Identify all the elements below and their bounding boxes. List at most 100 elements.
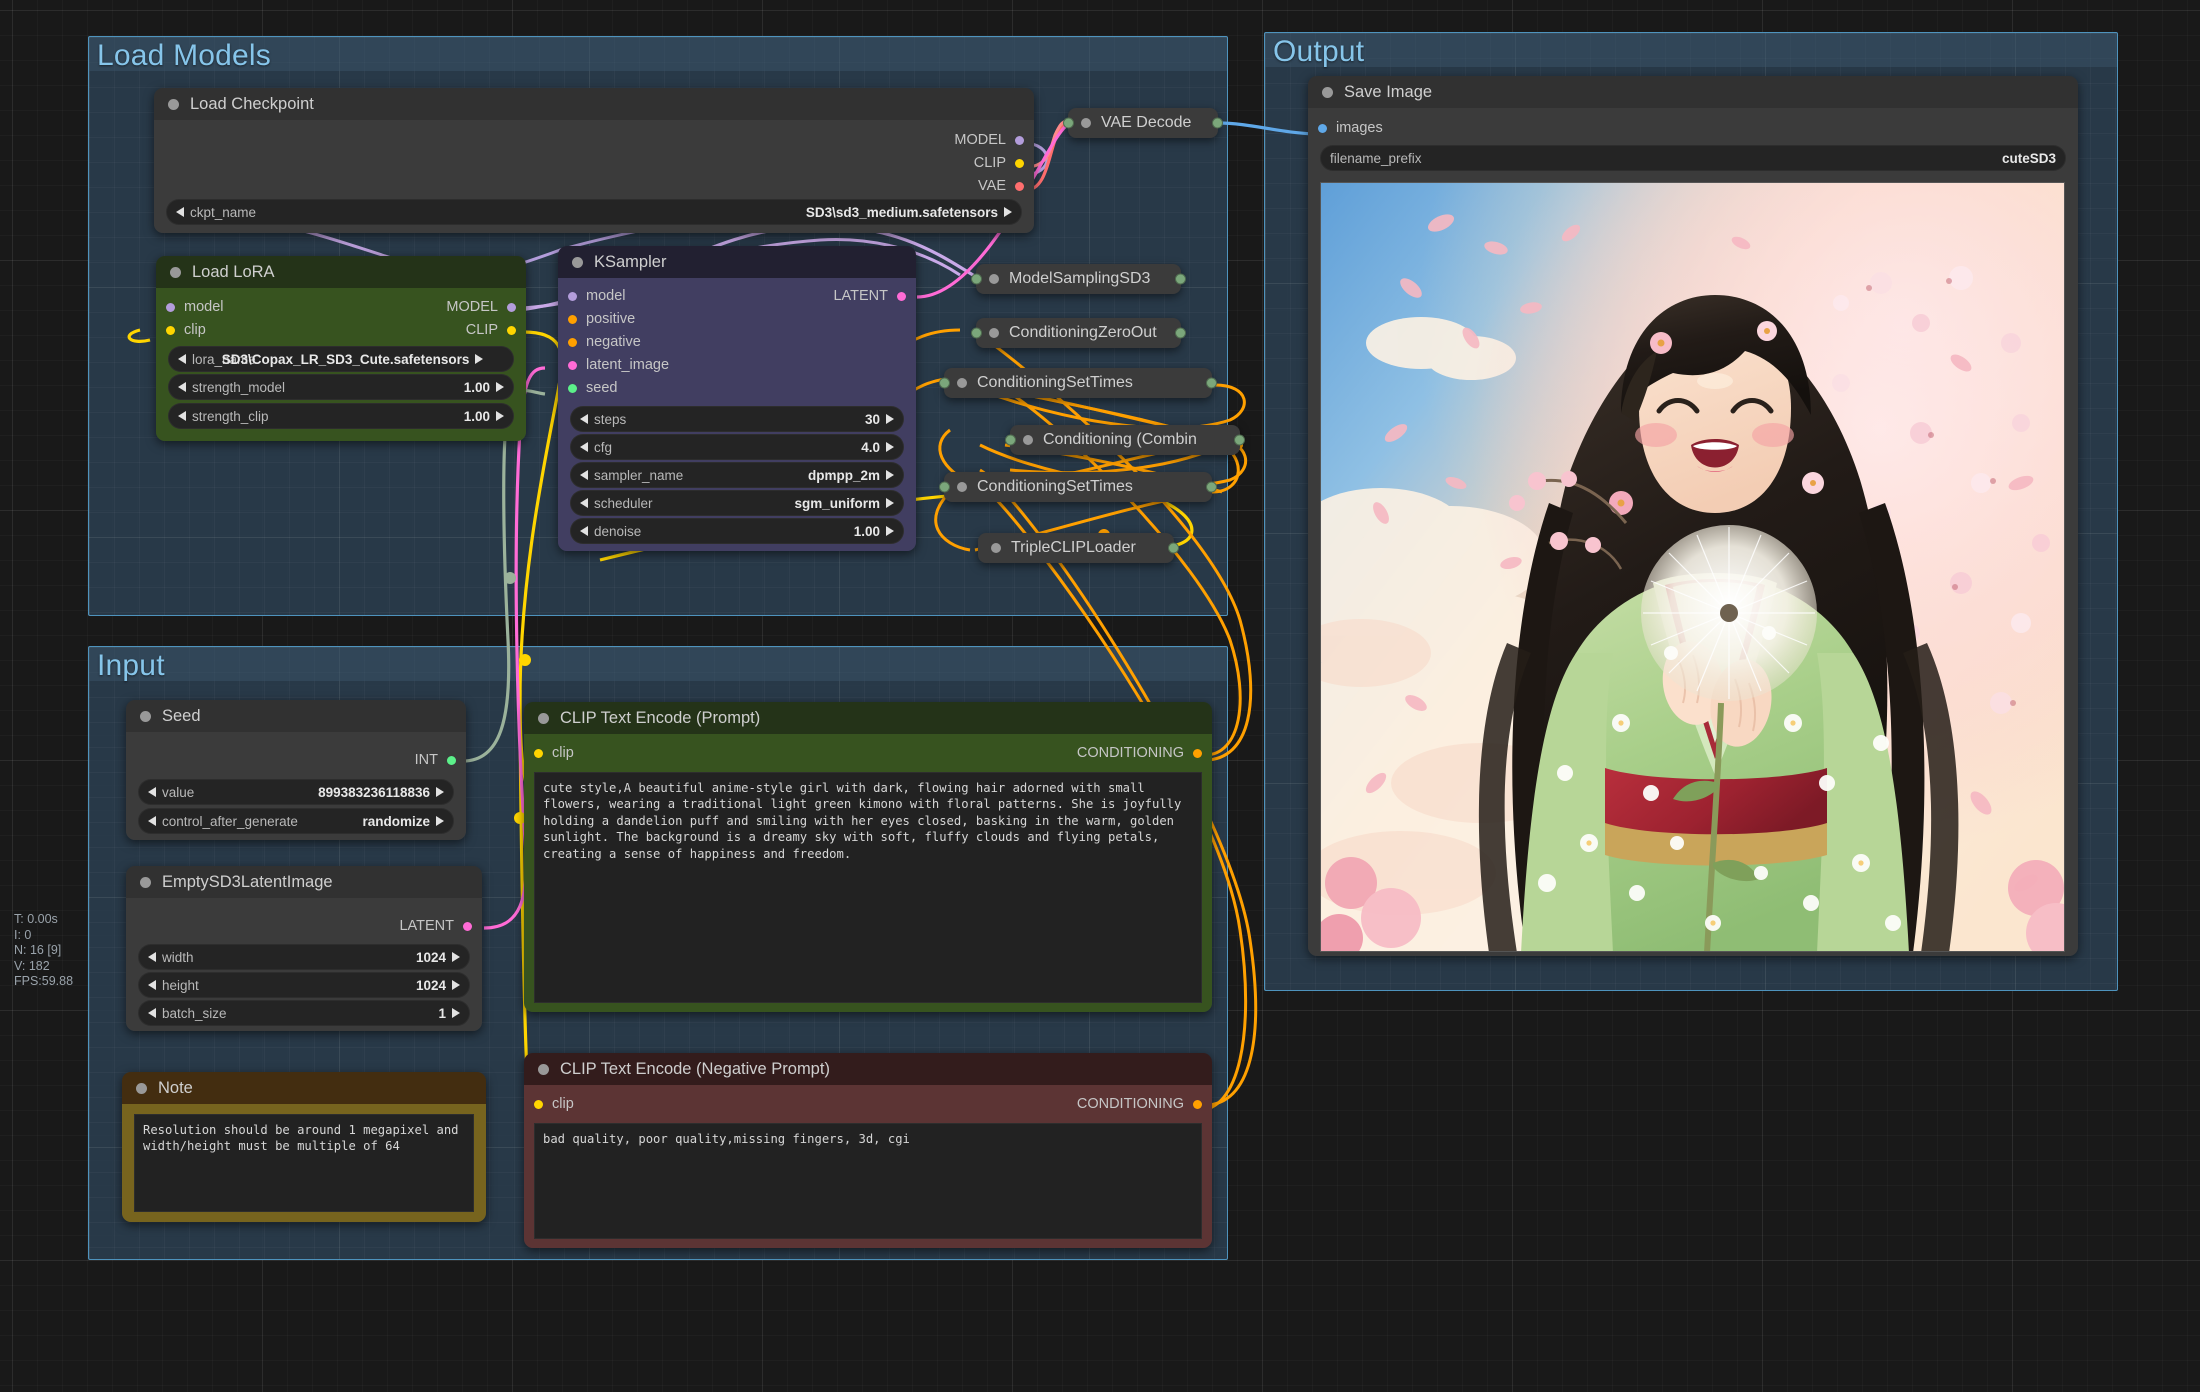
- input-slot-latent-image[interactable]: latent_image: [568, 357, 669, 373]
- slot-dot-clip[interactable]: [534, 749, 543, 758]
- increment-arrow-icon[interactable]: [452, 952, 460, 962]
- node-header[interactable]: Save Image: [1308, 76, 2078, 108]
- node-header[interactable]: KSampler: [558, 246, 916, 278]
- node-header[interactable]: CLIP Text Encode (Negative Prompt): [524, 1053, 1212, 1085]
- widget-lora-name[interactable]: lora_name SD3\Copax_LR_SD3_Cute.safetens…: [168, 346, 514, 372]
- widget-control-after-generate[interactable]: control_after_generate randomize: [138, 808, 454, 834]
- slot-dot-int[interactable]: [447, 756, 456, 765]
- widget-scheduler[interactable]: scheduler sgm_uniform: [570, 490, 904, 516]
- slot-dot-conditioning[interactable]: [1193, 1100, 1202, 1109]
- decrement-arrow-icon[interactable]: [580, 414, 588, 424]
- output-connector-dot[interactable]: [1175, 328, 1186, 339]
- collapse-dot-icon[interactable]: [1081, 118, 1091, 128]
- decrement-arrow-icon[interactable]: [178, 382, 186, 392]
- output-slot-int[interactable]: INT: [415, 752, 456, 768]
- output-slot-model[interactable]: MODEL: [954, 132, 1024, 148]
- increment-arrow-icon[interactable]: [886, 526, 894, 536]
- slot-dot-clip[interactable]: [507, 326, 516, 335]
- collapse-dot-icon[interactable]: [1322, 87, 1333, 98]
- collapse-dot-icon[interactable]: [989, 274, 999, 284]
- input-slot-seed[interactable]: seed: [568, 380, 617, 396]
- slot-dot-clip[interactable]: [1015, 159, 1024, 168]
- node-header[interactable]: Load Checkpoint: [154, 88, 1034, 120]
- collapse-dot-icon[interactable]: [136, 1083, 147, 1094]
- slot-dot-conditioning[interactable]: [1193, 749, 1202, 758]
- collapse-dot-icon[interactable]: [991, 543, 1001, 553]
- node-vae-decode[interactable]: VAE Decode: [1068, 108, 1218, 138]
- input-connector-dot[interactable]: [939, 482, 950, 493]
- decrement-arrow-icon[interactable]: [580, 470, 588, 480]
- input-slot-negative[interactable]: negative: [568, 334, 641, 350]
- slot-dot-clip[interactable]: [534, 1100, 543, 1109]
- output-slot-conditioning[interactable]: CONDITIONING: [1077, 745, 1202, 761]
- decrement-arrow-icon[interactable]: [580, 498, 588, 508]
- node-conditioning-combine[interactable]: Conditioning (Combin: [1010, 425, 1240, 455]
- input-slot-images[interactable]: images: [1318, 120, 1383, 136]
- output-connector-dot[interactable]: [1206, 378, 1217, 389]
- positive-prompt-textarea[interactable]: cute style,A beautiful anime-style girl …: [534, 772, 1202, 1003]
- output-slot-vae[interactable]: VAE: [978, 178, 1024, 194]
- output-connector-dot[interactable]: [1206, 482, 1217, 493]
- increment-arrow-icon[interactable]: [1004, 207, 1012, 217]
- widget-steps[interactable]: steps 30: [570, 406, 904, 432]
- slot-dot-latent[interactable]: [897, 292, 906, 301]
- output-slot-clip[interactable]: CLIP: [466, 322, 516, 338]
- decrement-arrow-icon[interactable]: [580, 442, 588, 452]
- collapse-dot-icon[interactable]: [1023, 435, 1033, 445]
- increment-arrow-icon[interactable]: [886, 498, 894, 508]
- collapse-dot-icon[interactable]: [140, 877, 151, 888]
- widget-denoise[interactable]: denoise 1.00: [570, 518, 904, 544]
- node-conditioning-zero-out[interactable]: ConditioningZeroOut: [976, 318, 1181, 348]
- slot-dot-model[interactable]: [1015, 136, 1024, 145]
- slot-dot-latent[interactable]: [568, 361, 577, 370]
- negative-prompt-textarea[interactable]: bad quality, poor quality,missing finger…: [534, 1123, 1202, 1239]
- comfyui-canvas[interactable]: Load Models Output Input: [0, 0, 2200, 1392]
- increment-arrow-icon[interactable]: [436, 816, 444, 826]
- node-seed[interactable]: Seed INT value 899383236118836 control_a…: [126, 700, 466, 840]
- collapse-dot-icon[interactable]: [989, 328, 999, 338]
- decrement-arrow-icon[interactable]: [178, 411, 186, 421]
- collapse-dot-icon[interactable]: [957, 482, 967, 492]
- decrement-arrow-icon[interactable]: [148, 787, 156, 797]
- output-slot-latent[interactable]: LATENT: [399, 918, 472, 934]
- node-conditioning-set-times-1[interactable]: ConditioningSetTimes: [944, 368, 1212, 398]
- slot-dot-latent[interactable]: [463, 922, 472, 931]
- slot-dot-model[interactable]: [568, 292, 577, 301]
- input-slot-clip[interactable]: clip: [534, 745, 574, 761]
- node-clip-text-encode-negative[interactable]: CLIP Text Encode (Negative Prompt) clip …: [524, 1053, 1212, 1248]
- slot-dot-seed[interactable]: [568, 384, 577, 393]
- output-slot-clip[interactable]: CLIP: [974, 155, 1024, 171]
- input-slot-positive[interactable]: positive: [568, 311, 635, 327]
- increment-arrow-icon[interactable]: [496, 382, 504, 392]
- increment-arrow-icon[interactable]: [475, 354, 483, 364]
- slot-dot-positive[interactable]: [568, 315, 577, 324]
- input-connector-dot[interactable]: [971, 274, 982, 285]
- output-connector-dot[interactable]: [1234, 435, 1245, 446]
- input-connector-dot[interactable]: [939, 378, 950, 389]
- node-header[interactable]: Load LoRA: [156, 256, 526, 288]
- input-slot-clip[interactable]: clip: [534, 1096, 574, 1112]
- widget-filename-prefix[interactable]: filename_prefix cuteSD3: [1320, 145, 2066, 171]
- node-header[interactable]: EmptySD3LatentImage: [126, 866, 482, 898]
- note-text[interactable]: Resolution should be around 1 megapixel …: [134, 1114, 474, 1212]
- node-save-image[interactable]: Save Image images filename_prefix cuteSD…: [1308, 76, 2078, 956]
- widget-batch-size[interactable]: batch_size 1: [138, 1000, 470, 1026]
- increment-arrow-icon[interactable]: [436, 787, 444, 797]
- node-empty-sd3-latent-image[interactable]: EmptySD3LatentImage LATENT width 1024 he…: [126, 866, 482, 1031]
- widget-strength-model[interactable]: strength_model 1.00: [168, 374, 514, 400]
- collapse-dot-icon[interactable]: [538, 1064, 549, 1075]
- collapse-dot-icon[interactable]: [168, 99, 179, 110]
- image-preview[interactable]: [1320, 182, 2065, 952]
- collapse-dot-icon[interactable]: [957, 378, 967, 388]
- widget-width[interactable]: width 1024: [138, 944, 470, 970]
- decrement-arrow-icon[interactable]: [176, 207, 184, 217]
- decrement-arrow-icon[interactable]: [148, 980, 156, 990]
- increment-arrow-icon[interactable]: [886, 414, 894, 424]
- output-slot-latent[interactable]: LATENT: [833, 288, 906, 304]
- node-triple-clip-loader[interactable]: TripleCLIPLoader: [978, 533, 1174, 563]
- increment-arrow-icon[interactable]: [452, 980, 460, 990]
- slot-dot-images[interactable]: [1318, 124, 1327, 133]
- slot-dot-model[interactable]: [507, 303, 516, 312]
- input-connector-dot[interactable]: [1005, 435, 1016, 446]
- widget-ckpt-name[interactable]: ckpt_name SD3\sd3_medium.safetensors: [166, 199, 1022, 225]
